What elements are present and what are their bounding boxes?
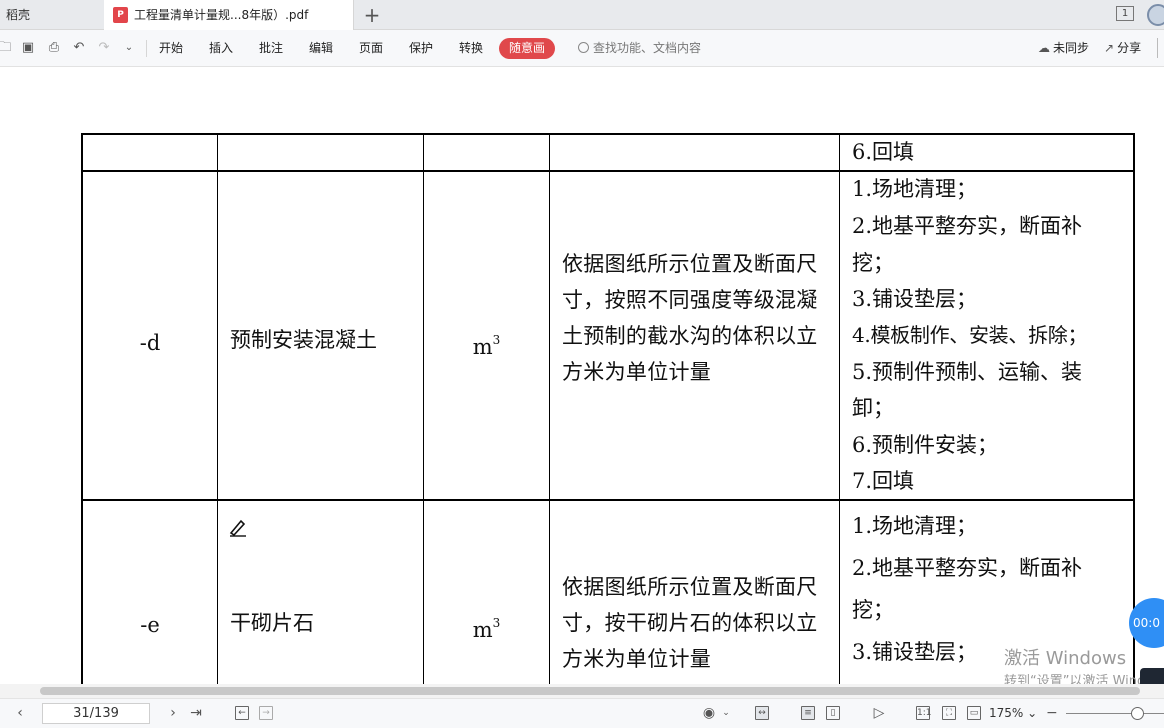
window-count-icon[interactable]: 1 xyxy=(1116,6,1134,21)
pdf-file-icon: P xyxy=(113,7,128,23)
back-icon[interactable]: ← xyxy=(235,706,249,720)
toolbar-divider xyxy=(146,40,147,57)
table-column-rule xyxy=(549,133,550,684)
save-icon[interactable]: ▣ xyxy=(21,41,35,55)
undo-icon[interactable]: ↶ xyxy=(72,41,86,55)
search-icon xyxy=(578,42,589,53)
ribbon-toolbar: 🗀 ▣ ⎙ ↶ ↷ ⌄ 开始 插入 批注 编辑 页面 保护 转换 随意画 查找功… xyxy=(0,30,1164,67)
menu-page[interactable]: 页面 xyxy=(359,40,383,57)
work-item: 1.场地清理； xyxy=(852,177,978,201)
menu-protect[interactable]: 保护 xyxy=(409,40,433,57)
unit-base: m xyxy=(472,335,493,359)
floating-widget[interactable] xyxy=(1140,668,1164,684)
forward-icon[interactable]: → xyxy=(259,706,273,720)
item-description: 依据图纸所示位置及断面尺寸，按照不同强度等级混凝土预制的截水沟的体积以立方米为单… xyxy=(562,252,818,384)
tab-document-title: 工程量清单计量规...8年版）.pdf xyxy=(134,8,309,22)
play-icon[interactable]: ▷ xyxy=(871,705,887,721)
scrollbar-thumb[interactable] xyxy=(40,687,1140,695)
table-border-left xyxy=(81,133,83,684)
prev-page-icon[interactable]: ‹ xyxy=(12,705,28,721)
page-number-input[interactable]: 31/139 xyxy=(42,703,150,724)
double-page-icon[interactable]: ▯ xyxy=(826,706,840,720)
horizontal-scrollbar[interactable] xyxy=(0,684,1164,698)
work-item: 4.模板制作、安装、拆除； xyxy=(852,323,1088,347)
redo-icon[interactable]: ↷ xyxy=(97,41,111,55)
next-page-icon[interactable]: › xyxy=(165,705,181,721)
new-tab-button[interactable]: + xyxy=(362,3,382,27)
zoom-slider-knob[interactable] xyxy=(1131,707,1144,720)
activation-watermark-title: 激活 Windows xyxy=(1004,648,1127,669)
unit-exponent: 3 xyxy=(492,333,501,347)
chevron-down-icon[interactable]: ⌄ xyxy=(122,41,136,55)
single-page-icon[interactable]: ≡ xyxy=(801,706,815,720)
zoom-out-icon[interactable]: − xyxy=(1046,706,1058,720)
sync-label: 未同步 xyxy=(1053,41,1090,55)
actual-size-icon[interactable]: 1:1 xyxy=(916,706,931,720)
item-unit: m3 xyxy=(424,605,549,648)
comment-icon[interactable]: ▭ xyxy=(967,706,981,720)
fullscreen-icon[interactable]: ⛶ xyxy=(942,706,956,720)
document-canvas: 6.回填 -d 预制安装混凝土 m3 依据图纸所示位置及断面尺寸，按照不同强度等… xyxy=(0,68,1164,684)
work-item: 6.预制件安装； xyxy=(852,433,999,457)
fit-width-icon[interactable]: ↔ xyxy=(755,706,769,720)
item-code: -d xyxy=(139,331,161,355)
table-column-rule xyxy=(839,133,840,684)
share-icon: ↗ xyxy=(1104,41,1115,55)
print-icon[interactable]: ⎙ xyxy=(47,41,61,55)
last-page-icon[interactable]: ⇥ xyxy=(188,705,204,721)
item-name: 预制安装混凝土 xyxy=(230,328,377,352)
avatar[interactable] xyxy=(1147,4,1164,26)
item-code: -e xyxy=(140,613,160,637)
menu-annotate[interactable]: 批注 xyxy=(259,40,283,57)
tab-home[interactable]: 稻壳 xyxy=(0,0,104,30)
search-input[interactable]: 查找功能、文档内容 xyxy=(578,40,701,57)
menu-free-draw[interactable]: 随意画 xyxy=(499,38,555,59)
pen-cursor-icon xyxy=(229,519,246,537)
menu-convert[interactable]: 转换 xyxy=(459,40,483,57)
work-item: 挖； xyxy=(852,251,894,275)
tab-bar: 稻壳 P 工程量清单计量规...8年版）.pdf + 1 xyxy=(0,0,1164,30)
menu-start[interactable]: 开始 xyxy=(159,40,183,57)
search-placeholder: 查找功能、文档内容 xyxy=(593,41,702,55)
work-item: 卸； xyxy=(852,396,894,420)
work-item: 3.铺设垫层； xyxy=(852,640,978,664)
work-item: 2.地基平整夯实，断面补 xyxy=(852,556,1083,580)
status-bar: ‹ 31/139 › ⇥ ← → ◉ ⌄ ↔ ≡ ▯ ▷ 1:1 ⛶ ▭ 175… xyxy=(0,698,1164,728)
unit-exponent: 3 xyxy=(492,616,501,630)
tab-document[interactable]: P 工程量清单计量规...8年版）.pdf xyxy=(104,0,354,30)
more-icon[interactable] xyxy=(1157,38,1164,58)
table-column-rule xyxy=(217,133,218,684)
menu-edit[interactable]: 编辑 xyxy=(309,40,333,57)
eye-icon[interactable]: ◉ xyxy=(701,705,717,721)
open-file-icon[interactable]: 🗀 xyxy=(0,41,12,55)
sync-button[interactable]: ☁ 未同步 xyxy=(1038,40,1089,57)
share-button[interactable]: ↗ 分享 xyxy=(1104,40,1141,57)
table-column-rule xyxy=(423,133,424,684)
work-item: 挖； xyxy=(852,598,894,622)
share-label: 分享 xyxy=(1117,41,1142,55)
table-rule xyxy=(81,499,1135,501)
work-item: 2.地基平整夯实，断面补 xyxy=(852,214,1083,238)
work-item: 1.场地清理； xyxy=(852,514,978,538)
work-item: 5.预制件预制、运输、装 xyxy=(852,360,1083,384)
table-border-top xyxy=(81,133,1135,135)
work-item: 7.回填 xyxy=(852,469,915,493)
table-border-right xyxy=(1133,133,1135,684)
item-description: 依据图纸所示位置及断面尺寸，按干砌片石的体积以立方米为单位计量 xyxy=(562,575,818,671)
item-name: 干砌片石 xyxy=(230,611,314,635)
work-item: 6.回填 xyxy=(852,140,915,164)
chevron-down-icon[interactable]: ⌄ xyxy=(718,705,734,721)
zoom-level[interactable]: 175% ⌄ xyxy=(989,705,1037,721)
item-unit: m3 xyxy=(424,322,549,365)
work-item: 3.铺设垫层； xyxy=(852,287,978,311)
zoom-value: 175% xyxy=(989,706,1024,720)
cloud-icon: ☁ xyxy=(1038,41,1050,55)
unit-base: m xyxy=(472,618,493,642)
menu-insert[interactable]: 插入 xyxy=(209,40,233,57)
zoom-slider[interactable] xyxy=(1066,713,1164,714)
